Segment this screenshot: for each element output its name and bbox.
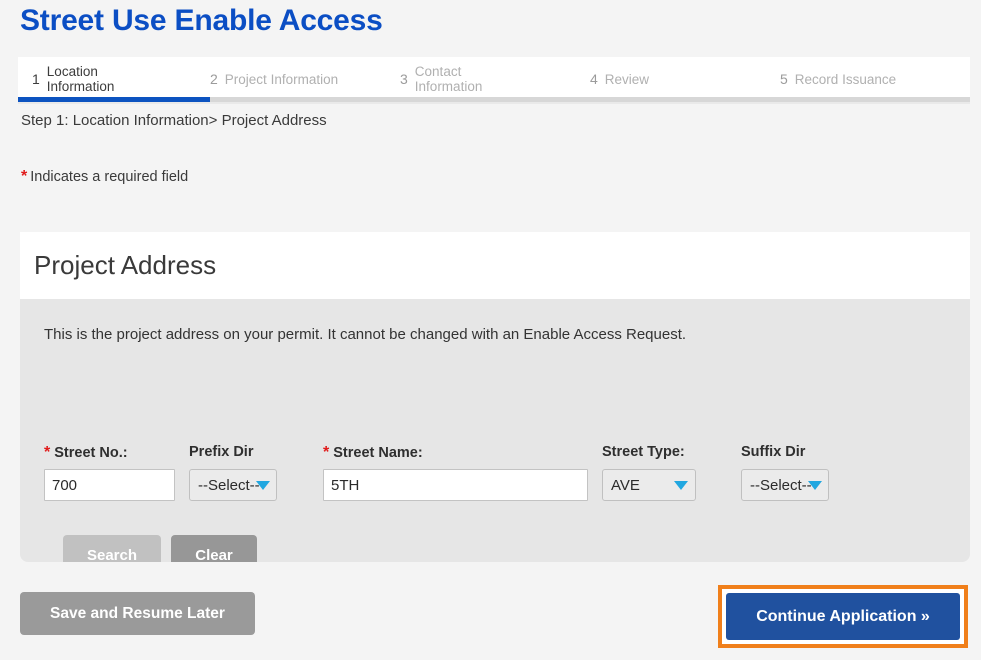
save-and-resume-later-button[interactable]: Save and Resume Later [20,592,255,635]
chevron-down-icon [255,480,270,490]
street-name-input[interactable] [323,469,588,501]
chevron-down-icon [807,480,822,490]
required-asterisk-icon: * [323,444,330,461]
step-indicator: 1 Location Information 2 Project Informa… [18,57,970,101]
required-asterisk-icon: * [21,168,28,185]
step-number: 4 [590,71,598,87]
field-street-no: * Street No.: [44,444,175,501]
step-label: Contact Information [414,64,483,94]
address-form-row: *Street No.: Prefix Dir --Select-- *Stre… [44,444,829,501]
panel-description: This is the project address on your perm… [44,326,687,343]
step-number: 1 [32,71,40,87]
required-field-note: * Indicates a required field [21,168,188,186]
continue-application-button[interactable]: Continue Application » [726,593,960,640]
panel-header: Project Address [20,232,970,299]
continue-button-highlight: Continue Application » [718,585,968,648]
label-street-no: * Street No.: [44,444,175,461]
step-number: 3 [400,71,408,87]
project-address-panel: Project Address This is the project addr… [20,232,970,562]
breadcrumb-separator: : [64,112,69,129]
step-label: Location Information [46,64,115,94]
street-no-input[interactable] [44,469,175,501]
step-item-location-information[interactable]: 1 Location Information [18,57,210,101]
breadcrumb: Step 1: Location Information> Project Ad… [21,112,327,129]
prefix-dir-value: --Select-- [198,476,260,494]
suffix-dir-value: --Select-- [750,476,812,494]
panel-heading: Project Address [34,250,217,280]
step-item-review[interactable]: 4 Review [590,57,780,101]
step-item-contact-information[interactable]: 3 Contact Information [400,57,590,101]
label-text: Street No.: [54,445,128,461]
label-prefix-dir: Prefix Dir [189,444,254,460]
required-note-text: Indicates a required field [30,169,189,185]
field-street-name: * Street Name: [323,444,588,501]
field-street-type: Street Type: AVE [602,444,696,501]
breadcrumb-current-page: Project Address [221,112,327,129]
step-item-record-issuance[interactable]: 5 Record Issuance [780,57,960,101]
breadcrumb-step: Step 1 [21,112,65,129]
street-type-value: AVE [611,476,640,494]
step-label: Project Information [224,71,339,87]
step-item-project-information[interactable]: 2 Project Information [210,57,400,101]
field-suffix-dir: Suffix Dir --Select-- [741,444,829,501]
chevron-down-icon [674,480,688,490]
label-street-type: Street Type: [602,444,685,460]
required-asterisk-icon: * [44,444,51,461]
step-number: 2 [210,71,218,87]
step-label: Review [604,71,650,87]
breadcrumb-section: Location Information [72,112,209,129]
panel-body: This is the project address on your perm… [20,299,970,562]
step-number: 5 [780,71,788,87]
label-street-name: * Street Name: [323,444,588,461]
form-action-buttons: Search Clear [63,535,257,562]
street-type-select[interactable]: AVE [602,469,696,501]
breadcrumb-separator: > [208,112,218,129]
suffix-dir-select[interactable]: --Select-- [741,469,829,501]
step-bar-shadow [18,102,970,104]
prefix-dir-select[interactable]: --Select-- [189,469,277,501]
label-text: Street Name: [333,445,423,461]
page-title: Street Use Enable Access [20,4,383,37]
clear-button[interactable]: Clear [171,535,257,562]
step-label: Record Issuance [794,71,897,87]
field-prefix-dir: Prefix Dir --Select-- [189,444,277,501]
search-button[interactable]: Search [63,535,161,562]
label-suffix-dir: Suffix Dir [741,444,806,460]
